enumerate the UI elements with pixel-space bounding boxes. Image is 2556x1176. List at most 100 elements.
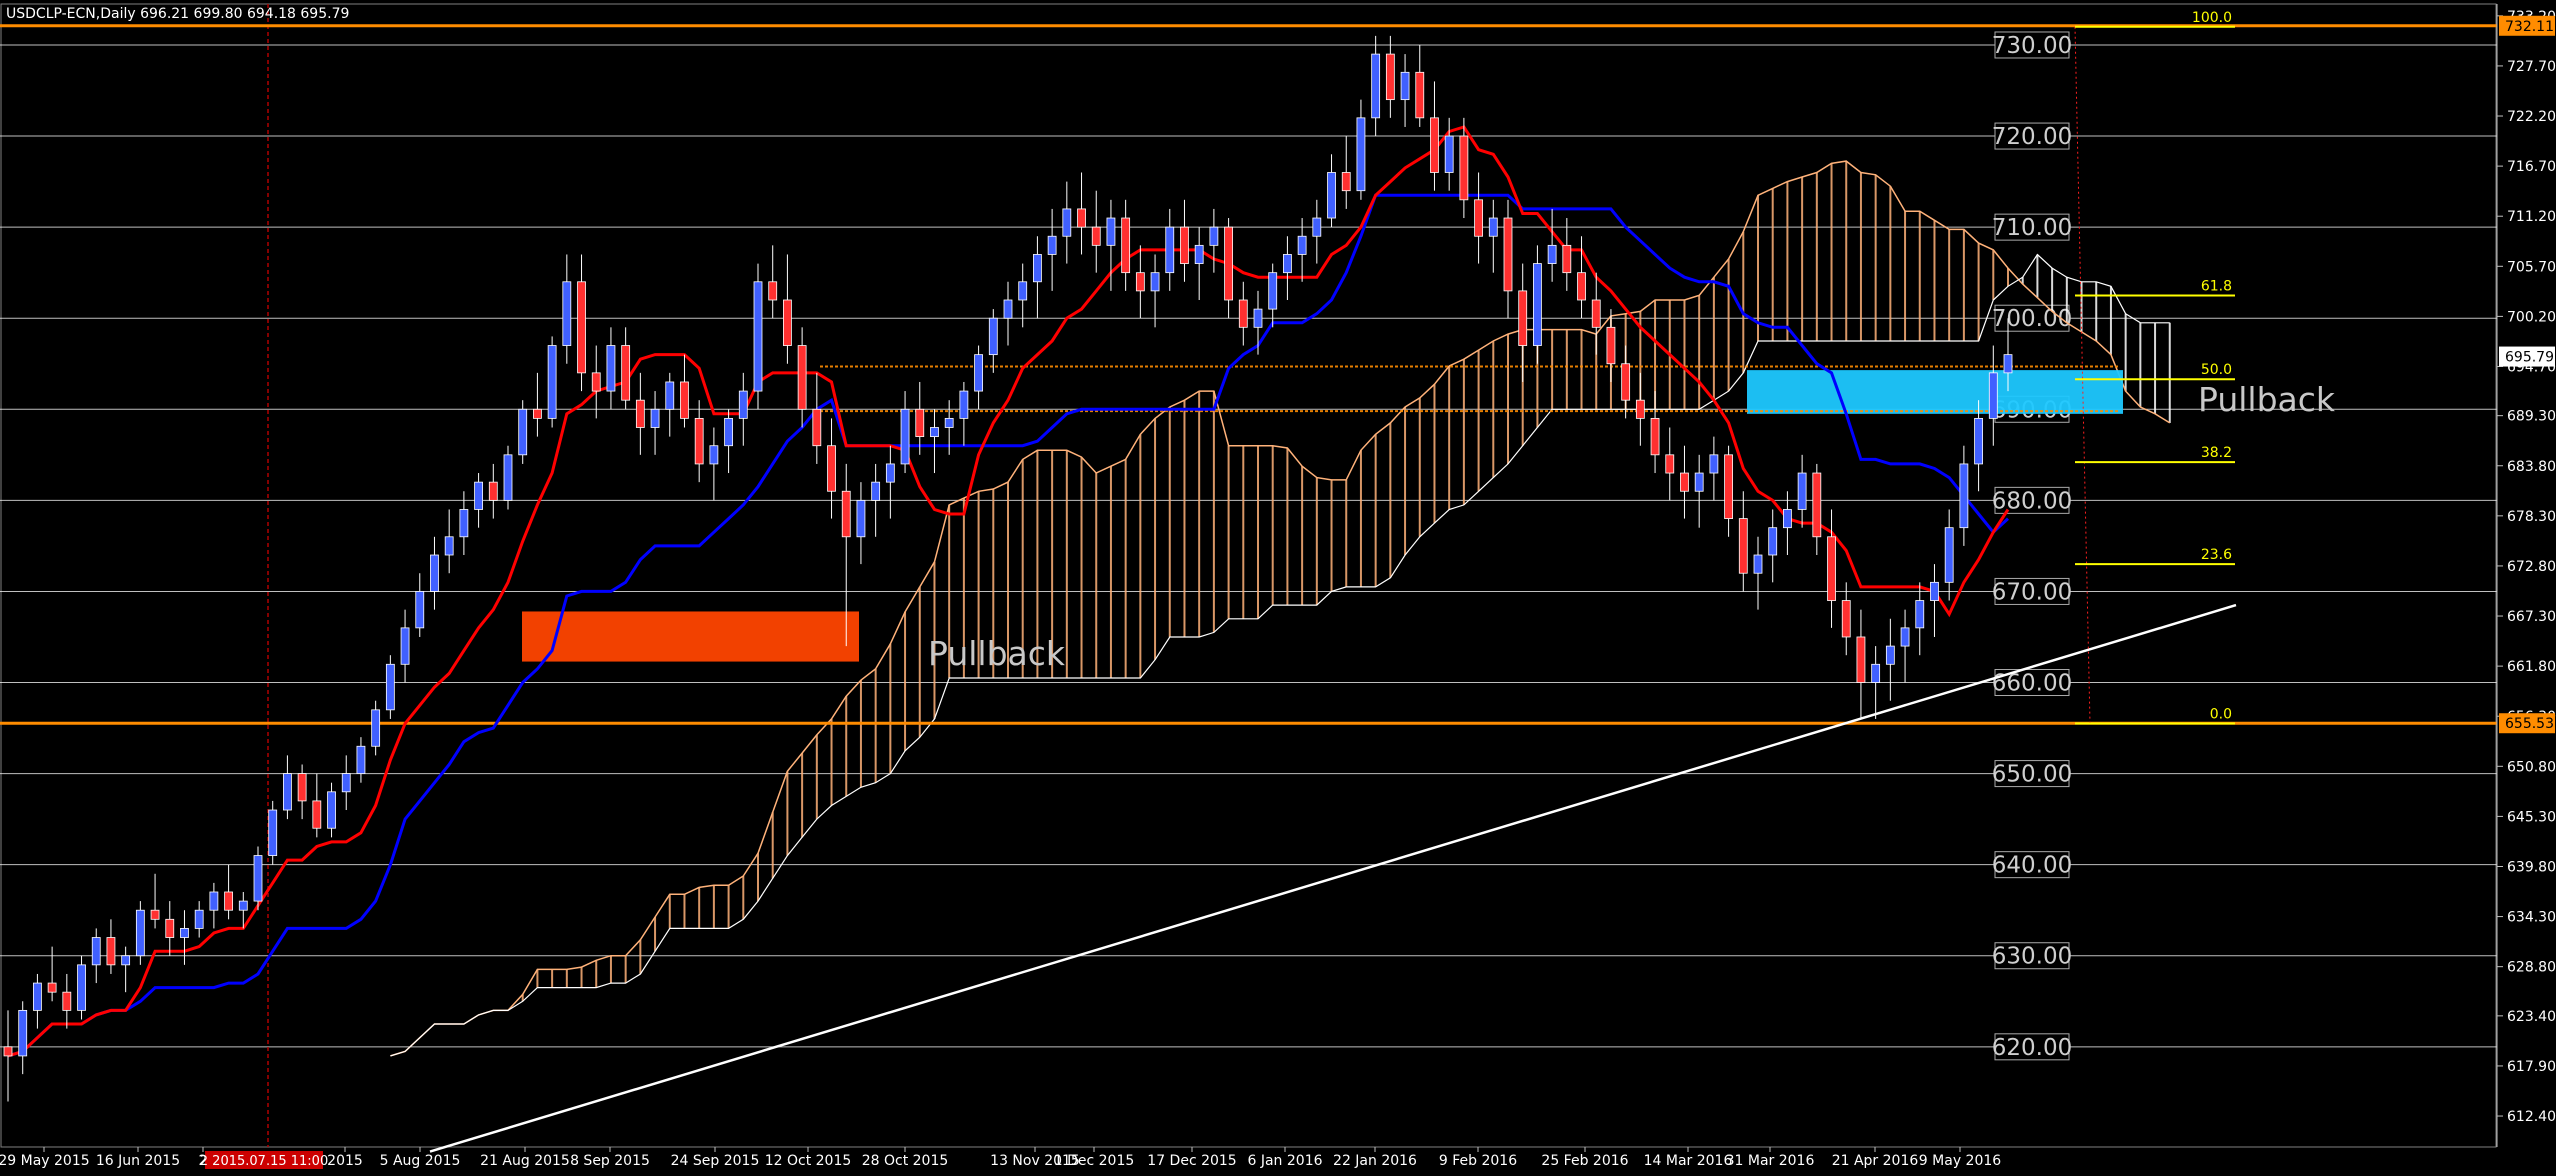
candle-body-down[interactable] [312,800,322,829]
candle-body-up[interactable] [1974,417,1983,465]
candle-body-down[interactable] [768,281,778,301]
candle-body-down[interactable] [841,490,851,538]
candle-body-down[interactable] [694,417,704,465]
candle-body-up[interactable] [959,390,969,419]
candle-body-up[interactable] [77,964,86,1011]
candle-body-up[interactable] [1371,53,1381,119]
candle-body-up[interactable] [1444,135,1454,173]
candle-body-up[interactable] [1694,472,1704,492]
candle-body-up[interactable] [121,955,131,966]
candle-body-up[interactable] [724,417,733,447]
candle-body-up[interactable] [283,773,292,811]
candle-body-up[interactable] [856,499,866,538]
candle-body-up[interactable] [1150,272,1160,292]
candle-body-up[interactable] [385,663,395,711]
candle-body-down[interactable] [591,372,601,392]
candle-body-down[interactable] [1224,226,1233,301]
candle-body-up[interactable] [1312,217,1322,237]
candle-body-down[interactable] [1238,299,1248,328]
candle-body-up[interactable] [444,536,454,556]
candle-body-down[interactable] [1606,326,1616,365]
candle-body-down[interactable] [827,445,836,492]
candle-body-up[interactable] [430,554,439,592]
candle-body-up[interactable] [268,809,278,856]
candle-body-down[interactable] [621,345,631,401]
candle-body-down[interactable] [1665,454,1675,474]
candle-body-up[interactable] [1797,472,1807,510]
candle-body-down[interactable] [150,909,160,920]
candle-body-down[interactable] [297,773,307,802]
candle-body-up[interactable] [709,445,719,465]
candle-body-down[interactable] [1503,217,1513,292]
candle-body-down[interactable] [106,937,116,966]
candle-body-up[interactable] [91,937,101,966]
candle-body-up[interactable] [135,909,145,957]
candle-body-up[interactable] [1209,226,1219,246]
candle-body-down[interactable] [1459,135,1469,201]
candle-body-up[interactable] [180,928,189,938]
candle-body-up[interactable] [606,345,616,392]
candle-body-up[interactable] [1194,244,1204,264]
candle-body-down[interactable] [1621,363,1631,401]
candle-body-down[interactable] [3,1046,13,1057]
candle-body-up[interactable] [209,891,219,911]
candle-body-down[interactable] [1591,299,1601,328]
candle-body-up[interactable] [871,481,881,501]
price-chart-svg[interactable]: 730.00720.00710.00700.00690.00680.00670.… [0,0,2556,1172]
candle-body-up[interactable] [988,317,998,356]
candle-body-up[interactable] [1915,600,1925,629]
candle-body-up[interactable] [1062,208,1072,237]
candle-body-up[interactable] [371,709,381,747]
candle-body-down[interactable] [1856,636,1866,683]
candle-body-down[interactable] [1135,272,1145,292]
candle-body-up[interactable] [1988,372,1998,419]
candle-body-up[interactable] [1003,299,1013,319]
candle-body-down[interactable] [1385,53,1395,101]
candle-body-down[interactable] [533,408,542,419]
candle-body-up[interactable] [885,463,895,483]
candle-body-up[interactable] [474,481,483,510]
candle-body-down[interactable] [1650,417,1660,456]
candle-body-up[interactable] [1018,281,1028,301]
candle-body-down[interactable] [1724,454,1733,519]
candle-body-down[interactable] [1562,244,1572,274]
candle-body-up[interactable] [562,281,572,346]
candle-body-up[interactable] [238,900,248,911]
candle-body-up[interactable] [1253,308,1263,328]
candle-body-up[interactable] [1400,71,1410,101]
candle-body-down[interactable] [635,399,645,428]
candle-body-up[interactable] [1533,263,1542,346]
candle-body-up[interactable] [415,591,425,629]
candle-body-up[interactable] [974,354,983,392]
candle-body-up[interactable] [1709,454,1719,474]
candle-body-up[interactable] [930,427,939,438]
candle-body-down[interactable] [224,891,233,911]
candle-body-up[interactable] [356,745,366,774]
candle-body-down[interactable] [1827,536,1836,601]
candle-body-down[interactable] [797,345,807,410]
candle-body-up[interactable] [547,345,557,419]
candle-body-up[interactable] [1047,235,1057,255]
candle-body-up[interactable] [753,281,763,392]
candle-body-up[interactable] [944,417,954,428]
candle-body-up[interactable] [1959,463,1969,529]
candle-body-up[interactable] [503,454,513,501]
candle-body-up[interactable] [1768,527,1778,556]
candle-body-up[interactable] [1871,663,1881,683]
candle-body-up[interactable] [33,982,42,1011]
candle-body-up[interactable] [665,381,675,410]
candle-body-up[interactable] [1944,527,1954,583]
candle-body-up[interactable] [459,509,469,538]
candle-body-down[interactable] [1635,399,1645,419]
candle-body-up[interactable] [1753,554,1763,574]
candle-body-up[interactable] [2003,354,2013,374]
candle-body-down[interactable] [812,408,822,447]
candle-body-down[interactable] [1430,117,1439,173]
candle-body-down[interactable] [1738,518,1748,574]
candle-body-down[interactable] [1091,226,1101,246]
candle-body-down[interactable] [1121,217,1131,274]
candle-body-down[interactable] [1577,272,1586,301]
candle-body-up[interactable] [1783,509,1792,529]
candle-body-down[interactable] [1841,600,1851,638]
candle-body-up[interactable] [650,408,660,428]
